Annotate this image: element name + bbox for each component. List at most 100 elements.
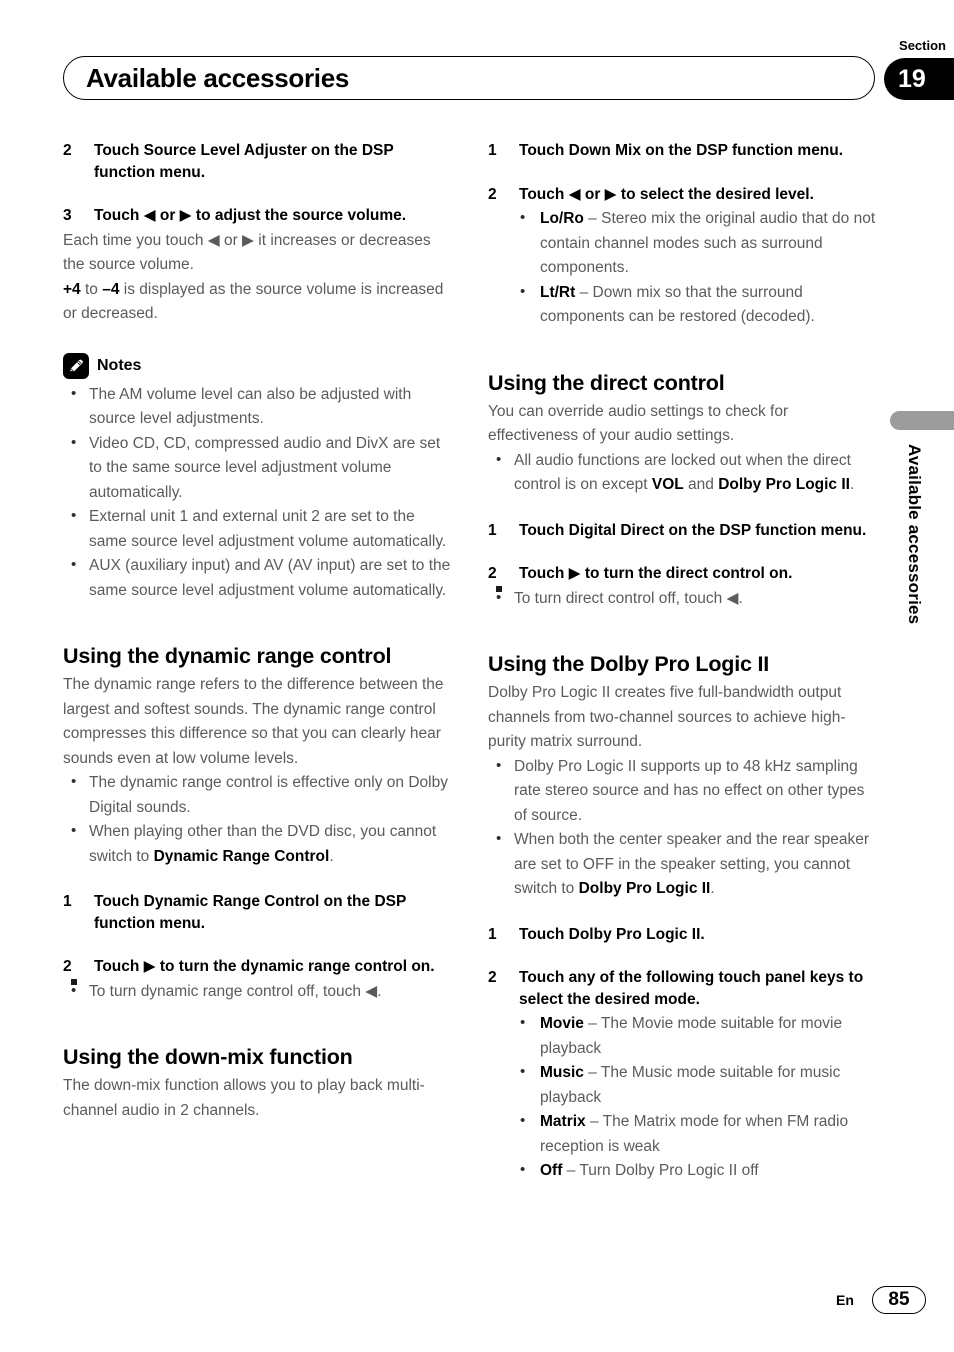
step-number: 1	[488, 925, 497, 943]
left-column: 2 Touch Source Level Adjuster on the DSP …	[63, 140, 453, 1123]
mode-desc: – The Matrix mode for when FM radio rece…	[540, 1113, 849, 1155]
step-number: 1	[488, 521, 497, 539]
pencil-icon	[63, 352, 89, 379]
step-text: Touch Digital Direct on the DSP function…	[519, 521, 867, 539]
list-item: Matrix – The Matrix mode for when FM rad…	[488, 1109, 878, 1159]
mode-term: Matrix	[540, 1113, 586, 1130]
step-turn-drc-on: 2 Touch ▶ to turn the dynamic range contr…	[63, 956, 453, 978]
footer-language: En	[836, 1292, 854, 1308]
bullet-text-post: .	[329, 847, 334, 865]
step-select-mode: 2 Touch any of the following touch panel …	[488, 967, 878, 1010]
right-column: 1 Touch Down Mix on the DSP function menu…	[488, 140, 878, 1184]
step-text: Touch Dynamic Range Control on the DSP f…	[94, 893, 407, 932]
bullet-connector: and	[683, 476, 719, 493]
step-touch-digital-direct: 1 Touch Digital Direct on the DSP functio…	[488, 520, 878, 542]
list-item: Music – The Music mode suitable for musi…	[488, 1060, 878, 1110]
list-item: Movie – The Movie mode suitable for movi…	[488, 1011, 878, 1061]
dpl-modes-list: Movie – The Movie mode suitable for movi…	[488, 1011, 878, 1184]
step-text: Touch Dolby Pro Logic II.	[519, 925, 705, 943]
list-item: When playing other than the DVD disc, yo…	[63, 819, 453, 869]
list-item: To turn dynamic range control off, touch…	[63, 978, 453, 1005]
option-term: Lo/Ro	[540, 210, 584, 227]
list-item: Video CD, CD, compressed audio and DivX …	[63, 431, 453, 506]
page-title: Available accessories	[86, 63, 350, 93]
drc-notes-list: The dynamic range control is effective o…	[63, 770, 453, 869]
step-source-level-adjuster: 2 Touch Source Level Adjuster on the DSP …	[63, 140, 453, 183]
bullet-text-bold: Dolby Pro Logic II	[578, 880, 711, 897]
notes-label: Notes	[97, 356, 142, 374]
list-item: AUX (auxiliary input) and AV (AV input) …	[63, 553, 453, 603]
step-text: Touch ◀ or ▶ to select the desired level…	[519, 185, 814, 203]
list-item: External unit 1 and external unit 2 are …	[63, 504, 453, 554]
option-desc: – Stereo mix the original audio that do …	[540, 210, 876, 276]
notes-list: The AM volume level can also be adjusted…	[63, 382, 453, 604]
step-number: 2	[63, 958, 72, 975]
notes-header: Notes	[63, 352, 453, 379]
section-number-badge: 19	[884, 58, 954, 100]
step-text: Touch any of the following touch panel k…	[519, 969, 864, 1008]
mode-term: Off	[540, 1162, 563, 1179]
direct-control-notes: All audio functions are locked out when …	[488, 448, 878, 498]
bullet-bold-vol: VOL	[651, 476, 684, 493]
dpl-description: Dolby Pro Logic II creates five full-ban…	[488, 684, 846, 750]
mode-term: Movie	[540, 1015, 584, 1032]
step-text: Touch ◀ or ▶ to adjust the source volume…	[94, 207, 407, 224]
bullet-text-post: .	[710, 880, 715, 897]
heading-dynamic-range-control: Using the dynamic range control	[63, 644, 392, 668]
heading-dolby-pro-logic-ii: Using the Dolby Pro Logic II	[488, 652, 770, 676]
heading-down-mix-function: Using the down-mix function	[63, 1045, 353, 1069]
option-term: Lt/Rt	[540, 283, 576, 301]
step3-description: Each time you touch ◀ or ▶ it increases …	[63, 231, 431, 274]
range-rest: is displayed as the source volume is inc…	[63, 280, 444, 323]
step-number: 1	[63, 893, 72, 910]
page-header: Available accessories Section 19	[0, 0, 954, 120]
downmix-description: The down-mix function allows you to play…	[63, 1077, 425, 1119]
heading-direct-control: Using the direct control	[488, 370, 725, 395]
list-item: Dolby Pro Logic II supports up to 48 kHz…	[488, 754, 878, 829]
bullet-text-post: .	[849, 476, 855, 493]
list-item: The dynamic range control is effective o…	[63, 770, 453, 820]
step3-range-description: +4 to –4 is displayed as the source volu…	[63, 278, 453, 327]
list-item: To turn direct control off, touch ◀.	[488, 585, 878, 612]
list-item: Off – Turn Dolby Pro Logic II off	[488, 1158, 878, 1184]
direct-off-note: To turn direct control off, touch ◀.	[488, 585, 878, 612]
step-turn-direct-on: 2 Touch ▶ to turn the direct control on.	[488, 563, 878, 585]
section-label: Section	[899, 38, 946, 53]
dpl-notes-list: Dolby Pro Logic II supports up to 48 kHz…	[488, 754, 878, 902]
step-number: 2	[63, 142, 72, 159]
step-text: Touch Down Mix on the DSP function menu.	[519, 142, 844, 159]
mode-desc: – The Music mode suitable for music play…	[540, 1064, 841, 1106]
down-mix-options-list: Lo/Ro – Stereo mix the original audio th…	[488, 206, 878, 330]
list-item: When both the center speaker and the rea…	[488, 827, 878, 902]
list-item: Lo/Ro – Stereo mix the original audio th…	[488, 206, 878, 281]
step-number: 2	[488, 969, 497, 986]
drc-description: The dynamic range refers to the differen…	[63, 676, 444, 767]
bullet-text-bold: Dynamic Range Control	[153, 847, 330, 865]
side-chapter-label: Available accessories	[905, 444, 924, 625]
step-touch-drc: 1 Touch Dynamic Range Control on the DSP …	[63, 891, 453, 934]
step-touch-down-mix: 1 Touch Down Mix on the DSP function menu…	[488, 140, 878, 162]
option-desc: – Down mix so that the surround componen…	[540, 283, 815, 326]
step-touch-dolby-pro-logic: 1 Touch Dolby Pro Logic II.	[488, 924, 878, 946]
volume-max-value: +4	[63, 280, 81, 298]
bullet-bold-dpl: Dolby Pro Logic II	[718, 476, 850, 493]
step-select-level: 2 Touch ◀ or ▶ to select the desired leve…	[488, 184, 878, 206]
step-number: 1	[488, 142, 497, 159]
mode-desc: – Turn Dolby Pro Logic II off	[562, 1162, 759, 1179]
step-number: 3	[63, 207, 72, 224]
step-text: Touch ▶ to turn the direct control on.	[519, 565, 793, 582]
range-connector: to	[80, 280, 103, 298]
list-item: All audio functions are locked out when …	[488, 448, 878, 498]
step-text: Touch ▶ to turn the dynamic range contro…	[94, 958, 435, 975]
side-thumb-tab	[890, 411, 954, 430]
drc-off-note: To turn dynamic range control off, touch…	[63, 978, 453, 1005]
step-adjust-source-volume: 3 Touch ◀ or ▶ to adjust the source volum…	[63, 205, 453, 227]
mode-desc: – The Movie mode suitable for movie play…	[540, 1015, 843, 1057]
step-number: 2	[488, 565, 497, 582]
list-item: Lt/Rt – Down mix so that the surround co…	[488, 280, 878, 330]
direct-control-description: You can override audio settings to check…	[488, 402, 789, 445]
step-text: Touch Source Level Adjuster on the DSP f…	[94, 142, 394, 181]
mode-term: Music	[540, 1064, 584, 1081]
step-number: 2	[488, 185, 497, 203]
list-item: The AM volume level can also be adjusted…	[63, 382, 453, 432]
